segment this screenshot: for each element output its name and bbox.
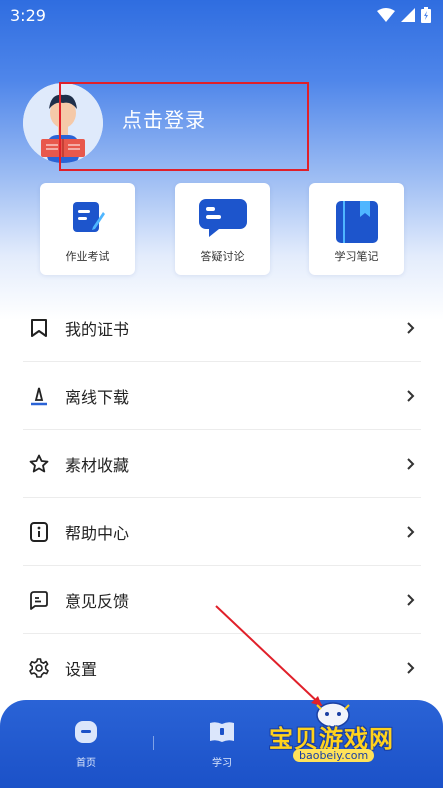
menu-item-offline-download[interactable]: 离线下载 (23, 362, 421, 430)
menu-item-label: 设置 (65, 660, 98, 679)
menu-item-label: 意见反馈 (65, 591, 130, 611)
download-icon (28, 385, 50, 407)
quick-action-qa-discussion[interactable]: 答疑讨论 (175, 183, 270, 275)
signal-icon (401, 8, 415, 22)
info-icon (28, 521, 50, 543)
book-icon (210, 722, 234, 742)
quick-action-label: 作业考试 (65, 250, 110, 263)
menu-item-help-center[interactable]: 帮助中心 (23, 498, 421, 566)
settings-menu: 我的证书 离线下载 素材收藏 帮助中心 意见反馈 设置 (23, 294, 421, 702)
quick-actions: 作业考试 答疑讨论 学习笔记 (40, 183, 405, 275)
bookmark-icon (28, 317, 50, 339)
annotation-highlight-box (59, 82, 309, 171)
quick-action-label: 答疑讨论 (200, 250, 245, 263)
watermark-logo: 宝贝游戏网 baobeiy.com (267, 697, 417, 777)
feedback-icon (28, 589, 50, 611)
pencil-note-icon (72, 202, 105, 232)
home-icon (75, 721, 97, 743)
status-time: 3:29 (10, 5, 46, 25)
quick-action-homework-exam[interactable]: 作业考试 (40, 183, 135, 275)
nav-item-label: 学习 (212, 758, 232, 769)
quick-action-label: 学习笔记 (334, 250, 379, 263)
watermark-url: baobeiy.com (293, 749, 375, 762)
menu-item-label: 我的证书 (65, 319, 130, 339)
menu-item-feedback[interactable]: 意见反馈 (23, 566, 421, 634)
nav-item-home[interactable]: 首页 (56, 720, 116, 769)
status-icons (377, 7, 431, 23)
menu-item-material-favorites[interactable]: 素材收藏 (23, 430, 421, 498)
nav-divider (153, 736, 154, 750)
chat-bubble-icon (198, 199, 247, 237)
quick-action-study-notes[interactable]: 学习笔记 (309, 183, 404, 275)
chevron-right-icon (407, 389, 415, 402)
battery-icon (421, 7, 431, 23)
chevron-right-icon (407, 457, 415, 470)
nav-item-label: 首页 (76, 758, 96, 769)
menu-item-my-certificates[interactable]: 我的证书 (23, 294, 421, 362)
menu-item-label: 素材收藏 (65, 455, 130, 475)
nav-item-study[interactable]: 学习 (192, 720, 252, 769)
notebook-icon (335, 201, 378, 243)
chevron-right-icon (407, 662, 415, 674)
chevron-right-icon (407, 593, 415, 606)
menu-item-label: 帮助中心 (65, 523, 130, 543)
status-bar: 3:29 (0, 0, 443, 30)
menu-item-settings[interactable]: 设置 (23, 634, 421, 702)
gear-icon (28, 657, 50, 679)
chevron-right-icon (407, 525, 415, 538)
star-icon (28, 453, 50, 475)
chevron-right-icon (407, 321, 415, 334)
menu-item-label: 离线下载 (65, 387, 130, 407)
wifi-icon (377, 8, 395, 22)
